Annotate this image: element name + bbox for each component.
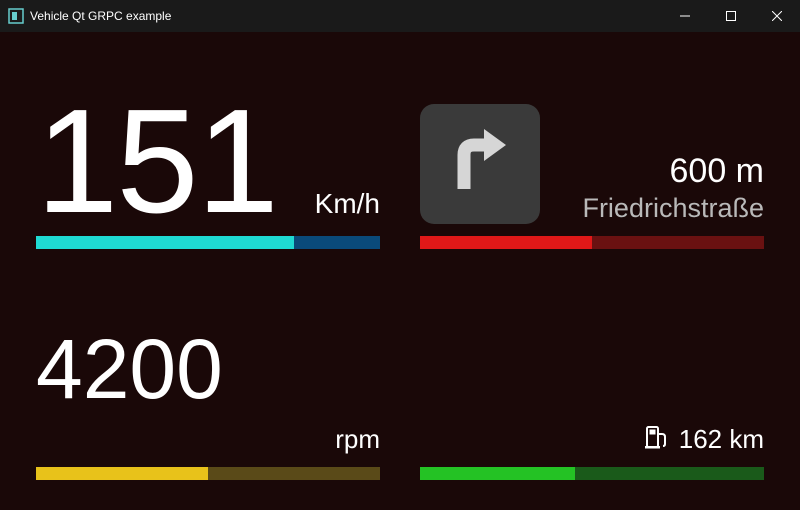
window-close-button[interactable] (754, 0, 800, 32)
speed-bar-fill (36, 236, 294, 249)
speed-bar (36, 236, 380, 249)
navigation-distance: 600 m (558, 152, 764, 191)
fuel-pump-icon (645, 425, 667, 454)
navigation-direction-tile (420, 104, 540, 224)
rpm-unit: rpm (36, 424, 380, 455)
fuel-bar (420, 467, 764, 480)
app-icon (8, 8, 24, 24)
speed-value: 151 (36, 100, 277, 224)
fuel-bar-fill (420, 467, 575, 480)
rpm-panel: 4200 rpm (36, 303, 380, 480)
speed-panel: 151 Km/h (36, 72, 380, 249)
window-maximize-button[interactable] (708, 0, 754, 32)
navigation-street: Friedrichstraße (558, 193, 764, 224)
navigation-bar-fill (420, 236, 592, 249)
navigation-panel: 600 m Friedrichstraße (420, 72, 764, 249)
turn-right-icon (440, 121, 520, 206)
window-minimize-button[interactable] (662, 0, 708, 32)
navigation-bar (420, 236, 764, 249)
rpm-bar (36, 467, 380, 480)
speed-unit: Km/h (315, 188, 380, 224)
dashboard: 151 Km/h 600 m Friedrichstraße (0, 32, 800, 510)
fuel-panel: 162 km (420, 303, 764, 480)
fuel-range: 162 km (679, 424, 764, 455)
window-title: Vehicle Qt GRPC example (30, 9, 171, 23)
window-titlebar: Vehicle Qt GRPC example (0, 0, 800, 32)
rpm-value: 4200 (36, 332, 380, 408)
rpm-bar-fill (36, 467, 208, 480)
